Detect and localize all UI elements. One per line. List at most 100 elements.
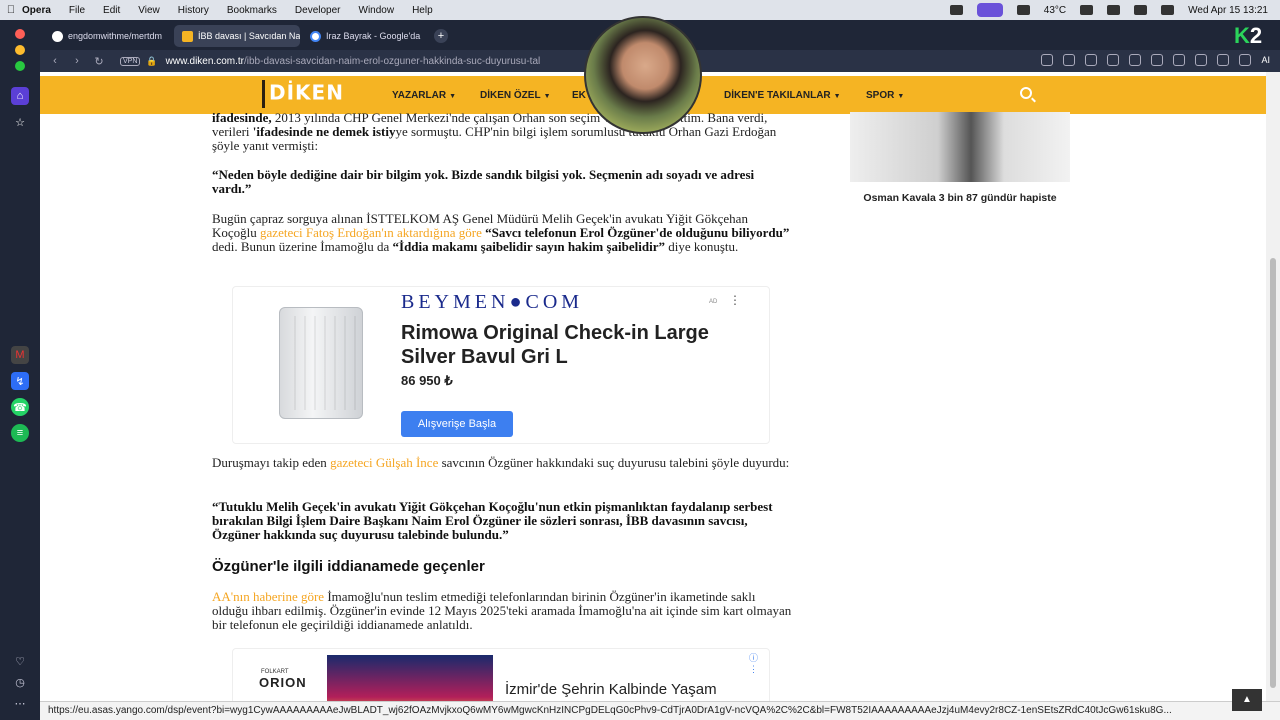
more-icon[interactable]: ⋯: [11, 694, 29, 712]
emphasis-text: 'ifadesinde ne demek istiy: [252, 124, 396, 139]
shield-icon[interactable]: [1016, 5, 1030, 15]
suitcase-image[interactable]: [279, 307, 363, 419]
battery-icon[interactable]: [1107, 5, 1121, 15]
info-icon[interactable]: ⓘ ⋮: [749, 651, 769, 675]
city-skyline-image[interactable]: [327, 655, 493, 701]
status-pill-icon[interactable]: [976, 3, 1003, 17]
scrollbar-thumb[interactable]: [1270, 258, 1276, 688]
sidebar-news-image[interactable]: [850, 112, 1070, 182]
beymen-ad[interactable]: BEYMEN●COM AD ⋮ Rimowa Original Check-in…: [232, 286, 770, 444]
menu-clock[interactable]: Wed Apr 15 13:21: [1188, 5, 1268, 16]
nav-dikene-takilanlar[interactable]: DİKEN'E TAKILANLAR ▼: [724, 90, 841, 101]
share-icon[interactable]: [1063, 54, 1076, 66]
k2-logo-2: 2: [1249, 23, 1263, 48]
extensions-icon[interactable]: [1129, 54, 1142, 66]
menu-view[interactable]: View: [138, 5, 160, 16]
wifi-icon[interactable]: [1080, 5, 1094, 15]
close-window-button[interactable]: [15, 29, 25, 39]
star-icon[interactable]: ☆: [11, 113, 29, 131]
tab-label: İBB davası | Savcıdan Na: [198, 31, 300, 41]
zoom-window-button[interactable]: [15, 61, 25, 71]
history-icon[interactable]: ◷: [11, 673, 29, 691]
ad2-text[interactable]: İzmir'de Şehrin Kalbinde Yaşam: [505, 681, 717, 698]
article-link[interactable]: AA'nın haberine göre: [212, 589, 324, 604]
tab-github[interactable]: engdomwithme/mertdm: [44, 25, 172, 47]
tab-diken[interactable]: İBB davası | Savcıdan Na: [174, 25, 300, 47]
article-paragraph: Duruşmayı takip eden gazeteci Gülşah İnc…: [212, 456, 792, 470]
article-link[interactable]: gazeteci Fatoş Erdoğan'ın aktardığına gö…: [260, 225, 482, 240]
chevron-down-icon: ▼: [449, 93, 457, 100]
more-options-icon[interactable]: ⋮: [729, 293, 741, 307]
profile-icon[interactable]: [1217, 54, 1230, 66]
gmail-icon[interactable]: M: [11, 346, 29, 364]
menu-file[interactable]: File: [69, 5, 85, 16]
article-paragraph: AA'nın haberine göre İmamoğlu'nun teslim…: [212, 590, 792, 632]
nav-ek[interactable]: EK: [572, 90, 586, 101]
temperature-readout[interactable]: 43°C: [1044, 5, 1066, 16]
paragraph-text: Duruşmayı takip eden: [212, 455, 331, 470]
page-scrollbar[interactable]: [1266, 72, 1280, 701]
chevron-down-icon: ▼: [833, 93, 841, 100]
section-heading: Özgüner'le ilgili iddianamede geçenler: [212, 558, 485, 575]
play-icon[interactable]: [1151, 54, 1164, 66]
menu-developer[interactable]: Developer: [295, 5, 341, 16]
emphasis-text: “İddia makamı şaibelidir sayın hakim şai…: [392, 239, 665, 254]
nav-spor[interactable]: SPOR ▼: [866, 90, 904, 101]
menu-help[interactable]: Help: [412, 5, 433, 16]
paragraph-text: savcının Özgüner hakkındaki suç duyurusu…: [438, 455, 790, 470]
shield-check-icon[interactable]: [1107, 54, 1120, 66]
webcam-overlay: [584, 16, 702, 134]
list-icon[interactable]: [1195, 54, 1208, 66]
nav-label: SPOR: [866, 90, 895, 101]
site-logo[interactable]: DİKEN: [262, 80, 344, 108]
shop-button[interactable]: Alışverişe Başla: [401, 411, 513, 437]
ad-title[interactable]: Rimowa Original Check-in Large Silver Ba…: [401, 321, 721, 369]
article-link[interactable]: gazeteci Gülşah İnce: [330, 455, 438, 470]
chevron-down-icon: ▼: [897, 93, 905, 100]
camera-icon[interactable]: [1085, 54, 1098, 66]
heart-outline-icon[interactable]: [1173, 54, 1186, 66]
nav-yazarlar[interactable]: YAZARLAR ▼: [392, 90, 456, 101]
reload-button[interactable]: ↻: [88, 55, 110, 68]
cube-icon[interactable]: [1239, 54, 1252, 66]
forward-button[interactable]: ›: [66, 55, 88, 67]
heart-icon[interactable]: ♡: [11, 652, 29, 670]
google-icon: [310, 30, 321, 42]
control-center-icon[interactable]: [1161, 5, 1175, 15]
logo-mark: [262, 80, 265, 108]
apple-icon[interactable]: : [0, 4, 22, 16]
spotify-icon[interactable]: ≡: [11, 424, 29, 442]
ad-tag: AD: [709, 299, 718, 305]
new-tab-button[interactable]: +: [434, 29, 448, 43]
back-to-top-button[interactable]: ▲: [1232, 689, 1262, 711]
menu-bookmarks[interactable]: Bookmarks: [227, 5, 277, 16]
menu-window[interactable]: Window: [359, 5, 395, 16]
lock-icon[interactable]: 🔒: [146, 56, 157, 67]
home-icon[interactable]: ⌂: [11, 87, 29, 105]
moon-icon[interactable]: [1134, 5, 1148, 15]
menu-history[interactable]: History: [178, 5, 209, 16]
emphasis-text: “Savcı telefonun Erol Özgüner'de olduğun…: [481, 225, 790, 240]
menu-app-name[interactable]: Opera: [22, 5, 51, 16]
nav-label: YAZARLAR: [392, 90, 447, 101]
vpn-badge[interactable]: VPN: [120, 56, 141, 66]
paragraph-text: dedi. Bunun üzerine İmamoğlu da: [212, 239, 393, 254]
ad-brand[interactable]: BEYMEN●COM: [401, 291, 583, 314]
messenger-icon[interactable]: ↯: [11, 372, 29, 390]
menu-edit[interactable]: Edit: [103, 5, 120, 16]
search-icon[interactable]: [1020, 87, 1032, 99]
tab-google[interactable]: Iraz Bayrak - Google'da: [302, 25, 428, 47]
ai-button[interactable]: AI: [1261, 55, 1270, 65]
orion-ad[interactable]: FOLKART ORION İzmir'de Şehrin Kalbinde Y…: [232, 648, 770, 701]
nav-diken-ozel[interactable]: DİKEN ÖZEL ▼: [480, 90, 551, 101]
browser-sidebar: ⌂ ☆ M ↯ ☎ ≡ ♡ ◷ ⋯: [0, 20, 40, 720]
reader-icon[interactable]: [1041, 54, 1054, 66]
sidebar-news-title[interactable]: Osman Kavala 3 bin 87 gündür hapiste: [850, 192, 1070, 204]
paragraph-text: diye konuştu.: [664, 239, 739, 254]
whatsapp-icon[interactable]: ☎: [11, 398, 29, 416]
back-button[interactable]: ‹: [44, 55, 66, 67]
article-paragraph: Bugün çapraz sorguya alınan İSTTELKOM AŞ…: [212, 212, 792, 254]
minimize-window-button[interactable]: [15, 45, 25, 55]
url-field[interactable]: www.diken.com.tr/ibb-davasi-savcidan-nai…: [166, 56, 541, 67]
screen-mirror-icon[interactable]: [949, 5, 963, 15]
